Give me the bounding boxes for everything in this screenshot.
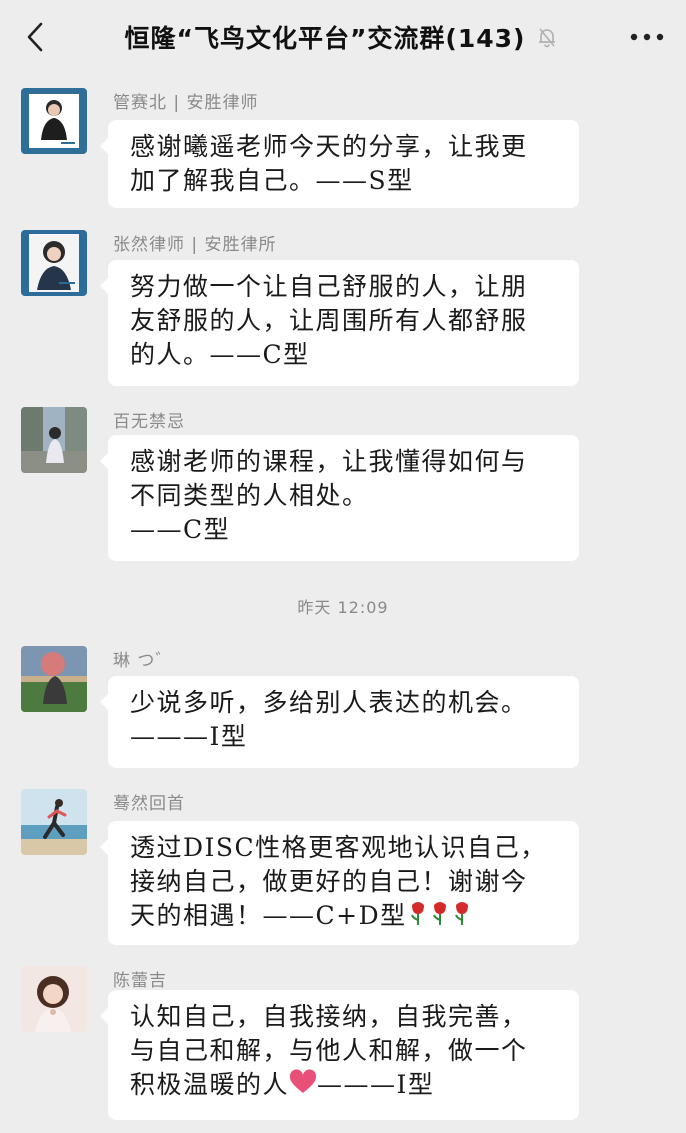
- message-line: ———I型: [130, 722, 248, 751]
- sender-name: 管赛北 | 安胜律师: [113, 93, 259, 113]
- message-line-with-emoji: 天的相遇！——C+D型: [130, 899, 561, 935]
- rose-emoji: [407, 900, 473, 935]
- message-line: 加了解我自己。——S型: [130, 166, 414, 195]
- sender-name: 张然律师 | 安胜律所: [113, 235, 277, 255]
- message-bubble[interactable]: 努力做一个让自己舒服的人，让朋 友舒服的人，让周围所有人都舒服 的人。——C型: [100, 260, 579, 386]
- message-line: 少说多听，多给别人表达的机会。: [130, 688, 528, 717]
- sender-name: 蓦然回首: [113, 794, 185, 814]
- avatar[interactable]: [21, 789, 87, 855]
- message-bubble[interactable]: 感谢曦遥老师今天的分享，让我更 加了解我自己。——S型: [100, 120, 579, 208]
- more-button[interactable]: [628, 22, 666, 52]
- message-bubble[interactable]: 感谢老师的课程，让我懂得如何与 不同类型的人相处。 ——C型: [100, 435, 579, 561]
- message-line: 感谢曦遥老师今天的分享，让我更: [130, 132, 528, 161]
- message-line: 的人。——C型: [130, 340, 310, 369]
- sender-name: 陈蕾吉: [113, 971, 167, 991]
- message-line: 认知自己，自我接纳，自我完善，: [130, 1002, 528, 1031]
- avatar[interactable]: [21, 230, 87, 296]
- message-bubble[interactable]: 认知自己，自我接纳，自我完善， 与自己和解，与他人和解，做一个 积极温暖的人 —…: [100, 990, 579, 1120]
- message-text: 天的相遇！——C+D型: [130, 901, 407, 930]
- message-line: ——C型: [130, 515, 231, 544]
- message-text: 积极温暖的人: [130, 1070, 290, 1099]
- message-timestamp: 昨天 12:09: [297, 598, 389, 617]
- message-bubble[interactable]: 少说多听，多给别人表达的机会。 ———I型: [100, 676, 579, 768]
- bell-off-icon: [535, 24, 561, 50]
- message-bubble[interactable]: 透过DISC性格更客观地认识自己， 接纳自己，做更好的自己！谢谢今 天的相遇！—…: [100, 821, 579, 945]
- message-line: 友舒服的人，让周围所有人都舒服: [130, 306, 528, 335]
- avatar[interactable]: [21, 88, 87, 154]
- avatar[interactable]: [21, 646, 87, 712]
- message-text: ———I型: [317, 1070, 435, 1099]
- message-line: 与自己和解，与他人和解，做一个: [130, 1036, 528, 1065]
- avatar[interactable]: [21, 966, 87, 1032]
- heart-emoji: [289, 1069, 317, 1104]
- chat-header: 恒隆“飞鸟文化平台”交流群(143): [0, 0, 686, 74]
- chat-title: 恒隆“飞鸟文化平台”交流群(143): [124, 24, 526, 53]
- message-line: 接纳自己，做更好的自己！谢谢今: [130, 867, 528, 896]
- sender-name: 琳 つ゛: [113, 651, 174, 671]
- back-button[interactable]: [18, 18, 52, 56]
- sender-name: 百无禁忌: [113, 412, 185, 432]
- more-dots-icon: [630, 33, 664, 41]
- message-line: 不同类型的人相处。: [130, 481, 369, 510]
- avatar[interactable]: [21, 407, 87, 473]
- message-line: 感谢老师的课程，让我懂得如何与: [130, 447, 528, 476]
- message-line-with-emoji: 积极温暖的人 ———I型: [130, 1068, 561, 1104]
- chevron-left-icon: [27, 22, 43, 52]
- message-line: 透过DISC性格更客观地认识自己，: [130, 833, 547, 862]
- message-line: 努力做一个让自己舒服的人，让朋: [130, 272, 528, 301]
